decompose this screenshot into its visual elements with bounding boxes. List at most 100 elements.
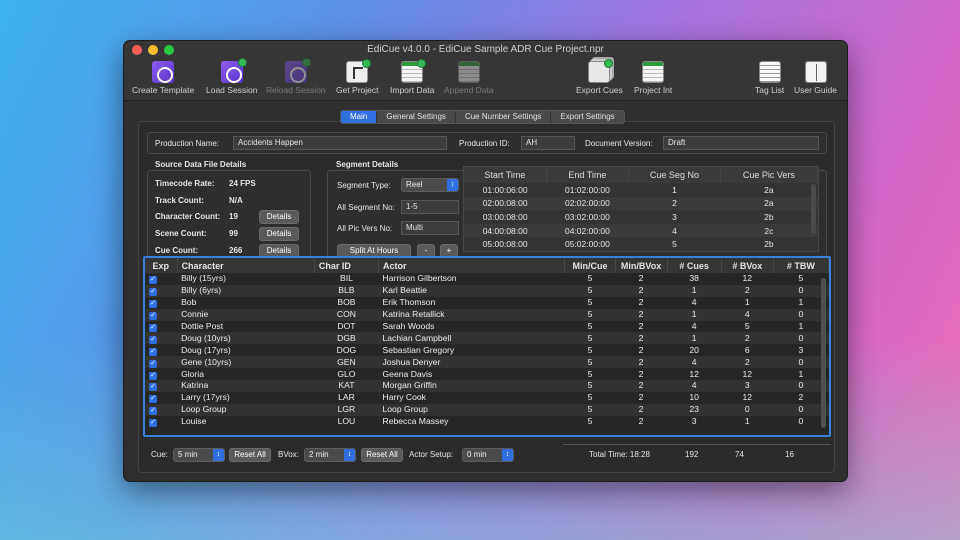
exp-cell: ✓ (145, 380, 178, 392)
scene-details-button[interactable]: Details (259, 227, 299, 241)
table-row[interactable]: ✓ Katrina KAT Morgan Griffin 5 2 4 3 0 (145, 380, 829, 392)
segment-row[interactable]: 01:00:06:00 01:02:00:00 1 2a (464, 183, 818, 197)
exp-checkbox[interactable]: ✓ (149, 324, 157, 332)
tab-main[interactable]: Main (341, 111, 378, 123)
minimize-window-button[interactable] (148, 45, 158, 55)
production-name-field[interactable]: Accidents Happen (233, 136, 447, 150)
table-cell: 5 (564, 308, 616, 321)
segment-table: Start Time End Time Cue Seg No Cue Pic V… (463, 166, 819, 252)
table-row[interactable]: ✓ Billy (15yrs) BIL Harrison Gilbertson 5 2 38… (145, 273, 829, 285)
timecode-label: Timecode Rate: (155, 179, 215, 188)
all-segment-field[interactable]: 1-5 (401, 200, 459, 214)
table-row[interactable]: ✓ Billy (6yrs) BLB Karl Beattie 5 2 1 2 0 (145, 284, 829, 297)
char-details-button[interactable]: Details (259, 210, 299, 224)
table-row[interactable]: ✓ Doug (17yrs) DOG Sebastian Gregory 5 2 20 6 3 (145, 344, 829, 356)
col-start-time[interactable]: Start Time (464, 167, 547, 183)
segment-cell: 2 (628, 196, 721, 211)
table-cell: 1 (667, 284, 722, 297)
exp-cell: ✓ (145, 273, 177, 285)
tab-cue-number-settings[interactable]: Cue Number Settings (456, 111, 552, 123)
segment-row[interactable]: 04:00:08:00 04:02:00:00 4 2c (464, 223, 818, 238)
production-name-label: Production Name: (155, 139, 220, 148)
exp-checkbox[interactable]: ✓ (149, 288, 157, 297)
exp-checkbox[interactable]: ✓ (149, 383, 157, 392)
col-actor[interactable]: Actor (378, 258, 566, 273)
table-cell: Erik Thomson (382, 297, 436, 308)
col-min-cue[interactable]: Min/Cue (564, 258, 616, 273)
table-row[interactable]: ✓ Doug (10yrs) DGB Lachian Campbell 5 2 1 2 0 (145, 332, 829, 345)
exp-checkbox[interactable]: ✓ (149, 300, 157, 309)
col-cue-pic-vers[interactable]: Cue Pic Vers (720, 167, 819, 183)
table-row[interactable]: ✓ Connie CON Katrina Retallick 5 2 1 4 0 (145, 308, 829, 321)
toolbar: Create Template Load Session Reload Sess… (124, 58, 847, 101)
total-time: Total Time: 18:28 (589, 450, 650, 459)
table-cell: Harrison Gilbertson (382, 273, 457, 284)
exp-checkbox[interactable]: ✓ (149, 312, 157, 321)
reload-session-button[interactable]: Reload Session (266, 58, 326, 95)
segment-cell: 2a (764, 184, 774, 195)
bvox-min-label: BVox: (278, 450, 299, 459)
cue-reset-all-button[interactable]: Reset All (229, 448, 271, 462)
get-project-button[interactable]: Get Project (336, 59, 379, 95)
table-row[interactable]: ✓ Dottie Post DOT Sarah Woods 5 2 4 5 1 (145, 321, 829, 333)
table-cell: 1 (744, 416, 750, 427)
segment-row[interactable]: 02:00:08:00 02:02:00:00 2 2a (464, 196, 818, 211)
exp-checkbox[interactable]: ✓ (149, 347, 157, 356)
tab-general-settings[interactable]: General Settings (377, 111, 456, 123)
table-row[interactable]: ✓ Gene (10yrs) GEN Joshua Denyer 5 2 4 2 0 (145, 356, 829, 369)
all-pic-field[interactable]: Multi (401, 221, 459, 235)
segment-row[interactable]: 05:00:08:00 05:02:00:00 5 2b (464, 237, 818, 251)
table-cell: 2 (721, 284, 774, 297)
project-int-button[interactable]: Project Int (634, 61, 672, 95)
table-row[interactable]: ✓ Bob BOB Erik Thomson 5 2 4 1 1 (145, 297, 829, 309)
actor-setup-select[interactable]: 0 min ↕ (462, 448, 514, 462)
table-cell: 10 (689, 392, 699, 403)
segment-scrollbar[interactable] (811, 184, 816, 234)
bvox-reset-all-button[interactable]: Reset All (361, 448, 403, 462)
table-cell: Gloria (181, 368, 204, 379)
export-cues-button[interactable]: Export Cues (576, 59, 623, 95)
col--bvox[interactable]: # BVox (721, 258, 774, 273)
col--tbw[interactable]: # TBW (773, 258, 829, 273)
user-guide-button[interactable]: User Guide (794, 61, 837, 95)
exp-checkbox[interactable]: ✓ (149, 276, 157, 285)
col-char-id[interactable]: Char ID (314, 258, 380, 273)
character-scrollbar[interactable] (821, 278, 826, 428)
segment-type-select[interactable]: Reel ↕ (401, 178, 459, 192)
table-cell: KAT (314, 380, 379, 392)
table-row[interactable]: ✓ Larry (17yrs) LAR Harry Cook 5 2 10 12 2 (145, 392, 829, 404)
close-window-button[interactable] (132, 45, 142, 55)
bvox-min-select[interactable]: 2 min ↕ (304, 448, 356, 462)
table-cell: Sebastian Gregory (382, 344, 455, 355)
production-id-field[interactable]: AH (521, 136, 575, 150)
load-session-button[interactable]: Load Session (206, 58, 258, 95)
import-data-button[interactable]: Import Data (390, 59, 434, 95)
segment-row[interactable]: 03:00:08:00 03:02:00:00 3 2b (464, 210, 818, 224)
cue-min-select[interactable]: 5 min ↕ (173, 448, 225, 462)
document-version-field[interactable]: Draft (663, 136, 819, 150)
tag-list-button[interactable]: Tag List (755, 61, 784, 95)
timecode-value: 24 FPS (229, 179, 256, 188)
col-min-bvox[interactable]: Min/BVox (615, 258, 668, 273)
exp-checkbox[interactable]: ✓ (149, 395, 157, 404)
table-row[interactable]: ✓ Louise LOU Rebecca Massey 5 2 3 1 0 (145, 416, 829, 428)
col-exp[interactable]: Exp (145, 258, 178, 273)
col-character[interactable]: Character (177, 258, 315, 273)
exp-checkbox[interactable]: ✓ (149, 419, 157, 428)
append-data-button[interactable]: Append Data (444, 61, 494, 95)
table-cell: Larry (17yrs) (181, 392, 230, 403)
exp-checkbox[interactable]: ✓ (149, 335, 157, 344)
exp-checkbox[interactable]: ✓ (149, 359, 157, 368)
exp-checkbox[interactable]: ✓ (149, 371, 157, 380)
create-template-button[interactable]: Create Template (132, 61, 194, 95)
table-row[interactable]: ✓ Gloria GLO Geena Davis 5 2 12 12 1 (145, 368, 829, 380)
col-end-time[interactable]: End Time (546, 167, 630, 183)
exp-checkbox[interactable]: ✓ (149, 407, 157, 416)
table-row[interactable]: ✓ Loop Group LGR Loop Group 5 2 23 0 0 (145, 403, 829, 416)
segment-type-label: Segment Type: (337, 181, 391, 190)
tab-export-settings[interactable]: Export Settings (551, 111, 623, 123)
col--cues[interactable]: # Cues (667, 258, 722, 273)
zoom-window-button[interactable] (164, 45, 174, 55)
table-cell: 2 (615, 332, 668, 345)
col-cue-seg-no[interactable]: Cue Seg No (628, 167, 721, 183)
